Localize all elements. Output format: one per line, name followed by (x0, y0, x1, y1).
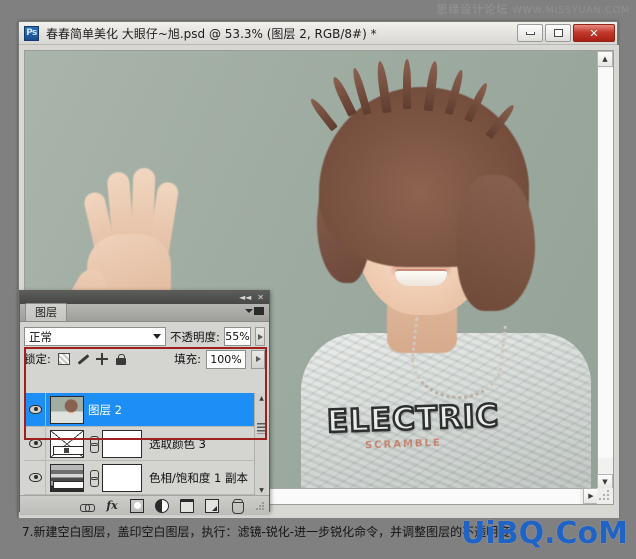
panel-menu-icon[interactable] (245, 307, 264, 315)
layer-mask-thumbnail[interactable] (102, 429, 142, 458)
lock-image-pixels-icon[interactable] (77, 353, 89, 365)
link-mask-icon[interactable] (88, 435, 99, 453)
delete-layer-icon[interactable] (230, 498, 244, 514)
table-row[interactable]: 选取颜色 3 (24, 426, 267, 461)
layer-visibility-toggle[interactable] (26, 393, 46, 427)
layer-name-label[interactable]: 选取颜色 3 (149, 436, 206, 452)
close-button[interactable]: ✕ (573, 24, 615, 42)
layer-list-scrollbar[interactable]: ▲ ▼ (254, 393, 267, 496)
hamburger-icon (254, 307, 264, 315)
opacity-label: 不透明度: (170, 329, 220, 344)
fill-stepper[interactable] (251, 349, 265, 369)
eye-icon (29, 439, 42, 448)
watermark-cn-text: 思缘设计论坛 (436, 3, 509, 16)
opacity-input[interactable]: 55% (223, 327, 252, 346)
layer-name-label[interactable]: 图层 2 (88, 402, 122, 418)
lock-position-icon[interactable] (95, 353, 108, 365)
window-controls: ✕ (517, 24, 615, 42)
window-title: 春春简单美化 大眼仔~旭.psd @ 53.3% (图层 2, RGB/8#) … (46, 26, 377, 41)
blend-mode-value: 正常 (29, 329, 52, 344)
tab-layers[interactable]: 图层 (25, 303, 67, 321)
adjustment-layer-thumbnail[interactable] (50, 429, 84, 458)
lock-buttons-group (57, 353, 127, 365)
chevron-down-icon (153, 334, 161, 339)
eye-icon (29, 405, 42, 414)
vertical-scroll-thumb[interactable] (598, 68, 613, 458)
layer-name-label[interactable]: 色相/饱和度 1 副本 (149, 470, 248, 486)
layer-list: 图层 2 选取颜色 3 色相/饱和度 1 副本 ▲ ▼ (24, 393, 267, 496)
lock-transparent-pixels-icon[interactable] (57, 353, 70, 365)
panel-resize-grip-icon[interactable] (255, 500, 265, 511)
blend-mode-select[interactable]: 正常 (24, 327, 166, 346)
link-mask-icon[interactable] (88, 469, 99, 487)
lock-label: 锁定: (24, 352, 51, 366)
shirt-print-text: ELECTRIC (325, 397, 501, 441)
photoshop-app-icon: Ps (24, 25, 39, 41)
chevron-down-icon (245, 309, 253, 313)
maximize-button[interactable] (545, 24, 571, 42)
hair-right (457, 175, 535, 311)
lock-fill-row: 锁定: 填充: 100% (20, 348, 269, 370)
panel-close-icon[interactable]: ✕ (257, 293, 264, 302)
site-watermark-top: 思缘设计论坛 WWW.MISSYUAN.COM (0, 1, 636, 19)
layer-mask-thumbnail[interactable] (102, 463, 142, 492)
link-layers-icon[interactable] (80, 499, 95, 513)
hair-spike (403, 59, 411, 109)
caption-bar: 7.新建空白图层，盖印空白图层，执行：滤镜-锐化-进一步锐化命令，并调整图层的不… (0, 516, 636, 559)
canvas-vertical-scrollbar[interactable]: ▲ ▼ (597, 51, 613, 490)
mouth-teeth (395, 269, 447, 286)
window-titlebar[interactable]: Ps 春春简单美化 大眼仔~旭.psd @ 53.3% (图层 2, RGB/8… (19, 22, 617, 45)
opacity-stepper[interactable] (255, 327, 265, 346)
lock-all-icon[interactable] (115, 353, 127, 365)
layer-style-icon[interactable]: fx (105, 499, 119, 513)
add-layer-mask-icon[interactable] (130, 498, 144, 513)
layer-visibility-toggle[interactable] (26, 426, 46, 461)
thumbnail-preview (51, 396, 83, 423)
table-row[interactable]: 图层 2 (24, 393, 267, 427)
tutorial-step-text: 7.新建空白图层，盖印空白图层，执行：滤镜-锐化-进一步锐化命令，并调整图层的不… (22, 525, 511, 539)
minimize-button[interactable] (517, 24, 543, 42)
new-group-icon[interactable] (180, 498, 194, 513)
panel-tab-row: 图层 (20, 303, 269, 322)
panel-collapse-icon[interactable]: ◄◄ (239, 293, 251, 302)
panel-footer-toolbar: fx (20, 495, 269, 515)
scroll-up-icon[interactable]: ▲ (255, 393, 267, 404)
panel-body: 正常 不透明度: 55% 锁定: 填充: 100% 图层 2 选取颜色 3 色相… (20, 325, 269, 515)
new-adjustment-layer-icon[interactable] (155, 498, 169, 513)
layers-panel: ◄◄ ✕ 图层 正常 不透明度: 55% 锁定: 填充: 100% 图层 2 选… (19, 290, 270, 515)
adjustment-layer-thumbnail[interactable] (50, 463, 84, 492)
fill-label: 填充: (174, 352, 201, 366)
resize-grip-icon[interactable] (597, 488, 613, 504)
fill-input[interactable]: 100% (206, 349, 246, 369)
blend-opacity-row: 正常 不透明度: 55% (20, 325, 269, 348)
layer-thumbnail[interactable] (50, 395, 84, 424)
new-layer-icon[interactable] (205, 498, 219, 513)
table-row[interactable]: 色相/饱和度 1 副本 (24, 460, 267, 495)
site-watermark-bottom: UiBQ.CoM (461, 516, 628, 551)
hair-spike (308, 96, 338, 132)
scroll-up-icon[interactable]: ▲ (597, 51, 613, 67)
watermark-url-text: WWW.MISSYUAN.COM (512, 5, 630, 16)
person-figure: ELECTRIC SCRAMBLE (261, 59, 591, 490)
scroll-thumb[interactable] (257, 423, 266, 434)
layer-visibility-toggle[interactable] (26, 460, 46, 495)
eye-icon (29, 473, 42, 482)
hair-spike (330, 75, 357, 117)
